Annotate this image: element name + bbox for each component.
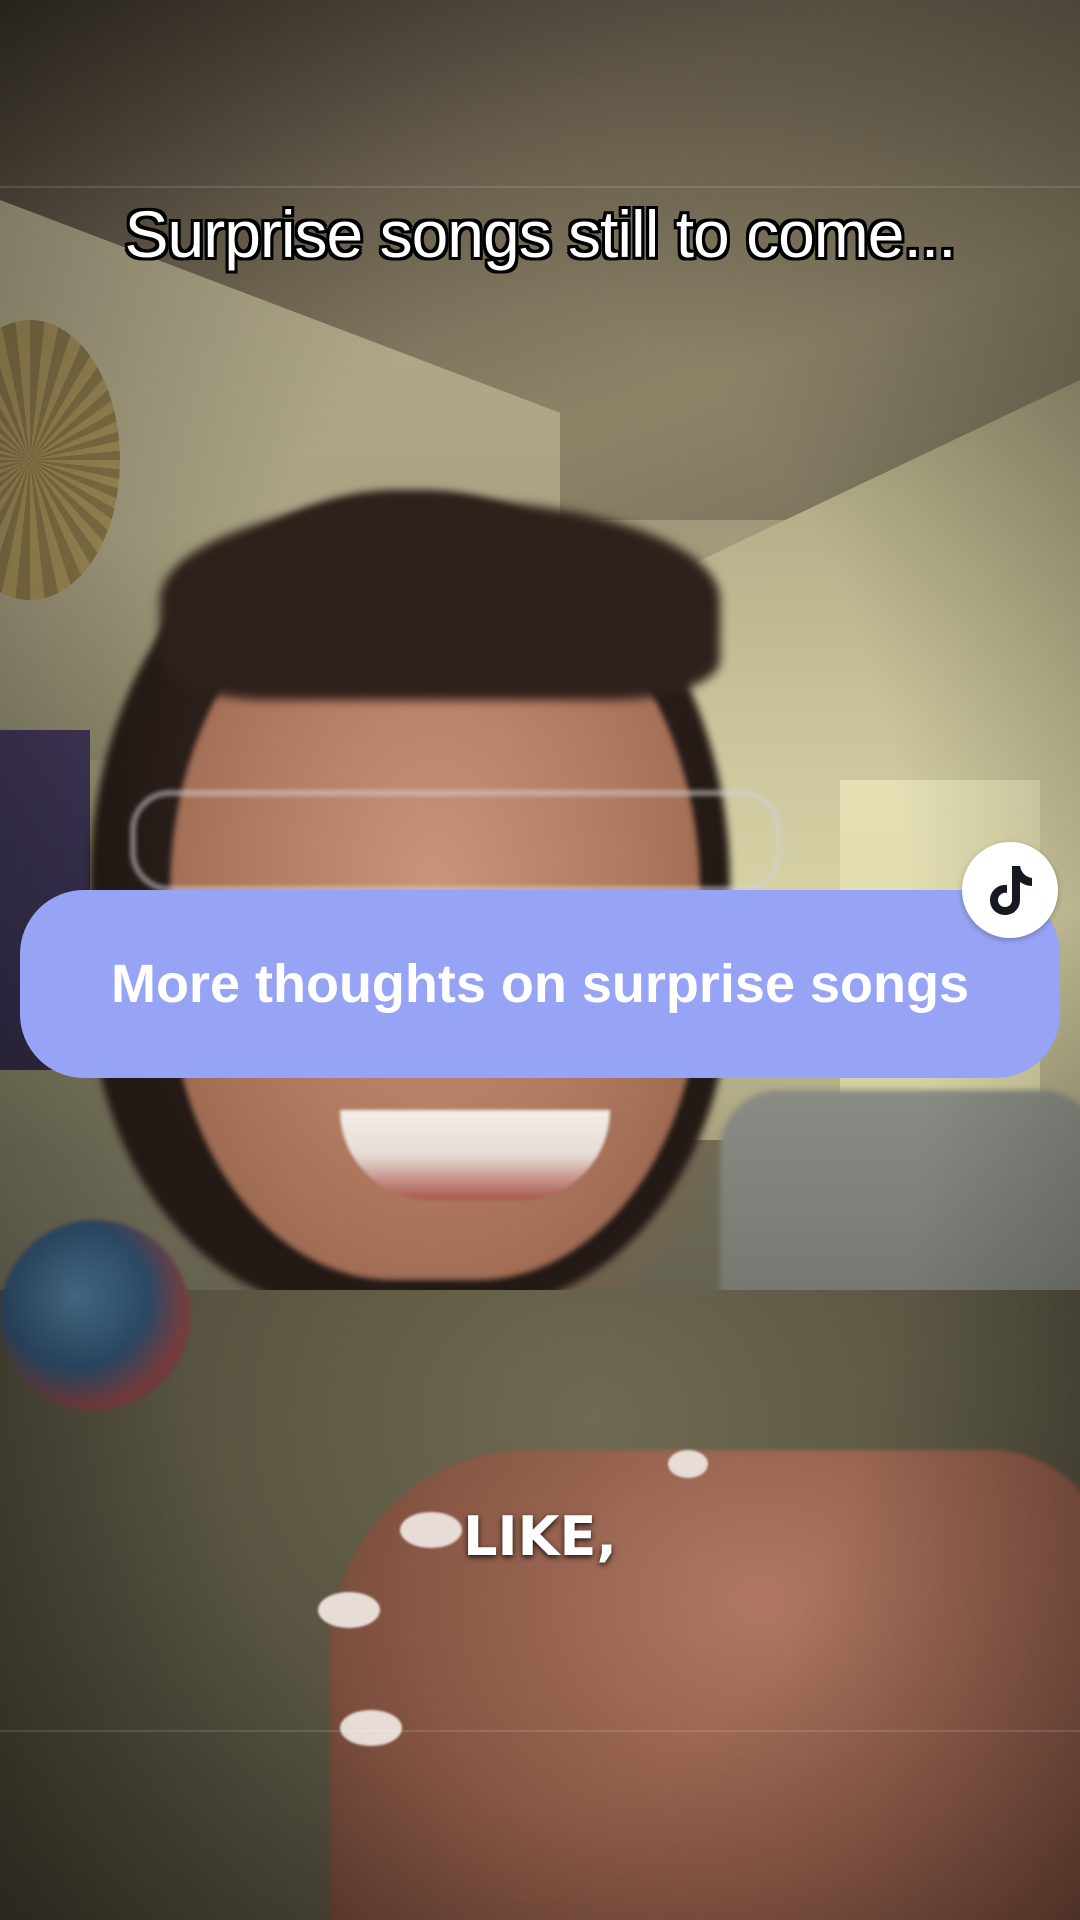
glasses bbox=[130, 790, 782, 892]
fingernail bbox=[340, 1710, 402, 1746]
tiktok-note-icon bbox=[990, 866, 1032, 915]
fingernail bbox=[668, 1450, 708, 1478]
video-frame[interactable]: Surprise songs still to come... More tho… bbox=[0, 0, 1080, 1920]
question-reply-card[interactable]: More thoughts on surprise songs bbox=[20, 890, 1060, 1078]
live-subtitle: LIKE, bbox=[463, 1505, 617, 1568]
bangs bbox=[160, 500, 720, 700]
safe-area-line bbox=[0, 1730, 1080, 1732]
scrunchie bbox=[0, 1220, 190, 1410]
tiktok-logo-icon bbox=[962, 842, 1058, 938]
question-text: More thoughts on surprise songs bbox=[110, 954, 970, 1014]
fingernail bbox=[318, 1592, 380, 1628]
top-caption: Surprise songs still to come... bbox=[124, 197, 957, 271]
safe-area-line bbox=[0, 186, 1080, 188]
